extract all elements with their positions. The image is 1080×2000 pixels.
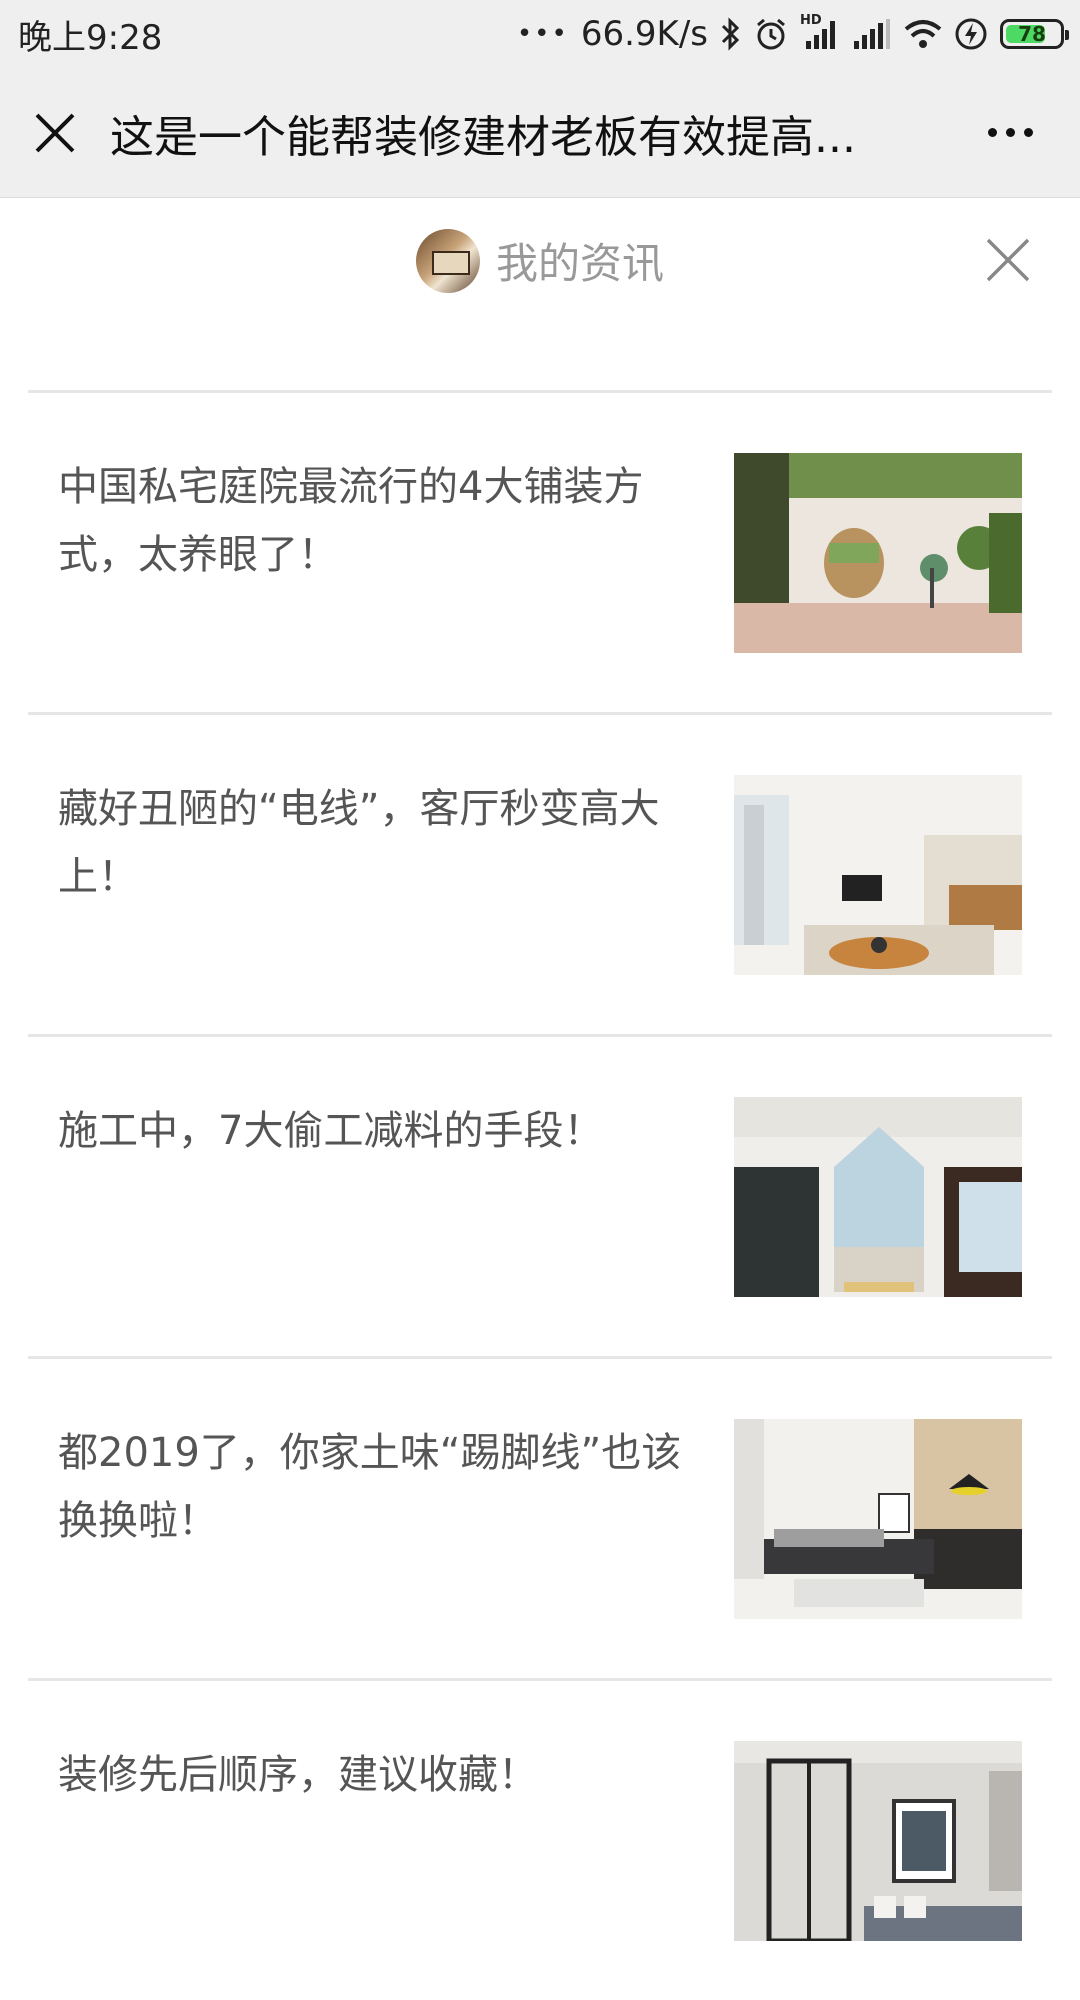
list-item[interactable]: 装修先后顺序，建议收藏！ <box>28 1678 1052 2000</box>
more-dot-icon <box>987 128 997 137</box>
close-icon <box>986 238 1030 282</box>
status-time: 晚上9:28 <box>18 17 163 58</box>
article-title: 施工中，7大偷工减料的手段！ <box>58 1108 604 1154</box>
signal-icon <box>852 17 892 51</box>
article-thumbnail <box>734 775 1022 975</box>
article-title: 中国私宅庭院最流行的4大铺装方式，太养眼了！ <box>58 464 644 578</box>
net-speed: 66.9K/s <box>580 14 708 54</box>
title-bar: 这是一个能帮装修建材老板有效提高... <box>0 68 1080 198</box>
article-title: 装修先后顺序，建议收藏！ <box>58 1752 538 1798</box>
article-thumbnail <box>734 453 1022 653</box>
status-icons: ••• 66.9K/s HD 78 <box>516 13 1069 54</box>
more-button[interactable] <box>940 68 1080 198</box>
list-item[interactable]: 中国私宅庭院最流行的4大铺装方式，太养眼了！ <box>28 390 1052 712</box>
article-list: 中国私宅庭院最流行的4大铺装方式，太养眼了！ 藏好丑陋的“电线”，客厅秒变高大上… <box>28 390 1052 2000</box>
list-item[interactable]: 施工中，7大偷工减料的手段！ <box>28 1034 1052 1356</box>
bluetooth-icon <box>720 17 742 51</box>
charging-icon <box>954 17 988 51</box>
list-item[interactable]: 藏好丑陋的“电线”，客厅秒变高大上！ <box>28 712 1052 1034</box>
status-bar: 晚上9:28 ••• 66.9K/s HD 78 <box>0 0 1080 68</box>
panel-title: 我的资讯 <box>495 239 664 288</box>
close-button[interactable] <box>0 68 110 198</box>
more-dot-icon <box>1005 128 1015 137</box>
wifi-icon <box>904 17 942 51</box>
article-thumbnail <box>734 1419 1022 1619</box>
battery-indicator: 78 <box>1000 19 1069 49</box>
article-thumbnail <box>734 1741 1022 1941</box>
page-title: 这是一个能帮装修建材老板有效提高... <box>110 111 856 163</box>
panel-header: 我的资讯 <box>0 198 1080 323</box>
status-dots: ••• <box>516 19 569 49</box>
close-icon <box>35 113 75 152</box>
panel-close-button[interactable] <box>982 234 1034 286</box>
article-thumbnail <box>734 1097 1022 1297</box>
avatar <box>415 228 480 293</box>
more-dot-icon <box>1023 128 1033 137</box>
alarm-icon <box>754 17 788 51</box>
article-title: 藏好丑陋的“电线”，客厅秒变高大上！ <box>58 786 660 900</box>
list-item[interactable]: 都2019了，你家土味“踢脚线”也该换换啦！ <box>28 1356 1052 1678</box>
article-title: 都2019了，你家土味“踢脚线”也该换换啦！ <box>58 1430 682 1544</box>
hd-signal-icon: HD <box>800 13 840 51</box>
